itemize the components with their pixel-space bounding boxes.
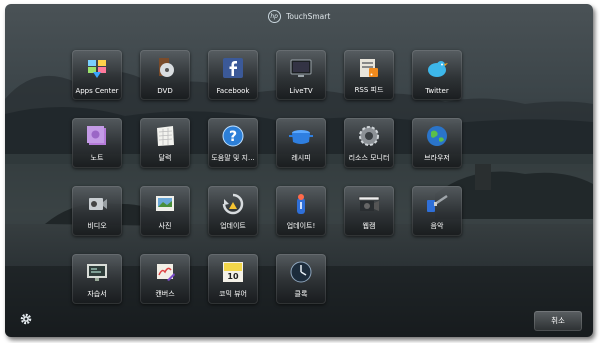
app-tile-rss[interactable]: RSS 피드 — [344, 50, 394, 100]
app-tile-dvd[interactable]: DVD — [140, 50, 190, 100]
app-label: Apps Center — [75, 87, 119, 95]
app-tile-twitter[interactable]: Twitter — [412, 50, 462, 100]
app-label: LiveTV — [289, 87, 313, 95]
rss-icon — [360, 59, 378, 77]
app-label: 캔버스 — [155, 290, 175, 298]
app-tile-facebook[interactable]: Facebook — [208, 50, 258, 100]
app-tile-browser[interactable]: 브라우저 — [412, 118, 462, 168]
app-label: 달력 — [158, 154, 172, 162]
app-tile-help[interactable]: ? 도움말 및 지... — [208, 118, 258, 168]
app-tile-photo[interactable]: 사진 — [140, 186, 190, 236]
comic-viewer-icon: 10 — [223, 262, 243, 282]
brand-name: TouchSmart — [286, 12, 331, 21]
header: hp TouchSmart — [5, 10, 593, 28]
calendar-icon — [157, 126, 174, 146]
hp-logo: hp — [267, 10, 281, 23]
video-icon — [89, 198, 107, 210]
svg-text:?: ? — [229, 129, 237, 145]
app-tile-webcam[interactable]: 웹캠 — [344, 186, 394, 236]
help-icon: ? — [222, 125, 244, 147]
app-label: 업데이트! — [286, 222, 316, 230]
resource-monitor-icon — [359, 126, 379, 146]
app-label: 사진 — [158, 222, 172, 230]
app-label: 노트 — [90, 154, 104, 162]
app-label: 업데이트 — [220, 222, 246, 230]
apps-center-icon — [88, 60, 106, 78]
app-label: DVD — [157, 87, 173, 95]
twitter-icon — [428, 61, 448, 77]
app-tile-video[interactable]: 비디오 — [72, 186, 122, 236]
dvd-icon — [159, 58, 174, 77]
webcam-icon — [358, 196, 380, 211]
app-label: 음악 — [430, 222, 444, 230]
update-icon — [222, 193, 244, 215]
app-label: 자습서 — [87, 290, 107, 298]
recipe-icon — [289, 130, 313, 144]
notes-icon — [87, 126, 106, 145]
livetv-icon — [290, 59, 312, 77]
app-tile-tutorial[interactable]: 자습서 — [72, 254, 122, 304]
app-tile-comic-viewer[interactable]: 10 코믹 뷰어 — [208, 254, 258, 304]
app-label: 레시피 — [291, 154, 311, 162]
touchsmart-screen: hp TouchSmart Apps Center DVD Facebook L… — [5, 4, 593, 337]
app-tile-apps-center[interactable]: Apps Center — [72, 50, 122, 100]
app-label: 웹캠 — [362, 222, 376, 230]
clock-icon — [290, 261, 312, 283]
app-tile-update[interactable]: 업데이트 — [208, 186, 258, 236]
app-tile-clock[interactable]: 클록 — [276, 254, 326, 304]
app-label: 도움말 및 지... — [211, 154, 255, 162]
app-tile-canvas[interactable]: 캔버스 — [140, 254, 190, 304]
app-tile-calendar[interactable]: 달력 — [140, 118, 190, 168]
app-tile-notes[interactable]: 노트 — [72, 118, 122, 168]
app-label: Facebook — [216, 87, 250, 95]
app-label: 코믹 뷰어 — [219, 290, 247, 298]
canvas-icon — [157, 264, 175, 281]
app-label: 클록 — [294, 290, 308, 298]
svg-text:10: 10 — [227, 272, 239, 281]
app-tile-recipe[interactable]: 레시피 — [276, 118, 326, 168]
tutorial-icon — [87, 264, 107, 281]
app-tile-update-alert[interactable]: 업데이트! — [276, 186, 326, 236]
photo-icon — [156, 196, 174, 211]
app-label: RSS 피드 — [354, 86, 384, 94]
facebook-icon — [223, 58, 243, 78]
app-tile-music[interactable]: 음악 — [412, 186, 462, 236]
update-alert-icon — [297, 194, 305, 214]
app-label: 리소스 모니터 — [348, 154, 390, 162]
app-label: Twitter — [425, 87, 449, 95]
cancel-button[interactable]: 취소 — [534, 311, 582, 331]
browser-icon — [427, 126, 447, 146]
app-tile-resource-monitor[interactable]: 리소스 모니터 — [344, 118, 394, 168]
gear-icon[interactable] — [19, 312, 33, 326]
app-tile-livetv[interactable]: LiveTV — [276, 50, 326, 100]
music-icon — [427, 194, 448, 212]
app-label: 비디오 — [87, 222, 107, 230]
app-label: 브라우저 — [424, 154, 450, 162]
